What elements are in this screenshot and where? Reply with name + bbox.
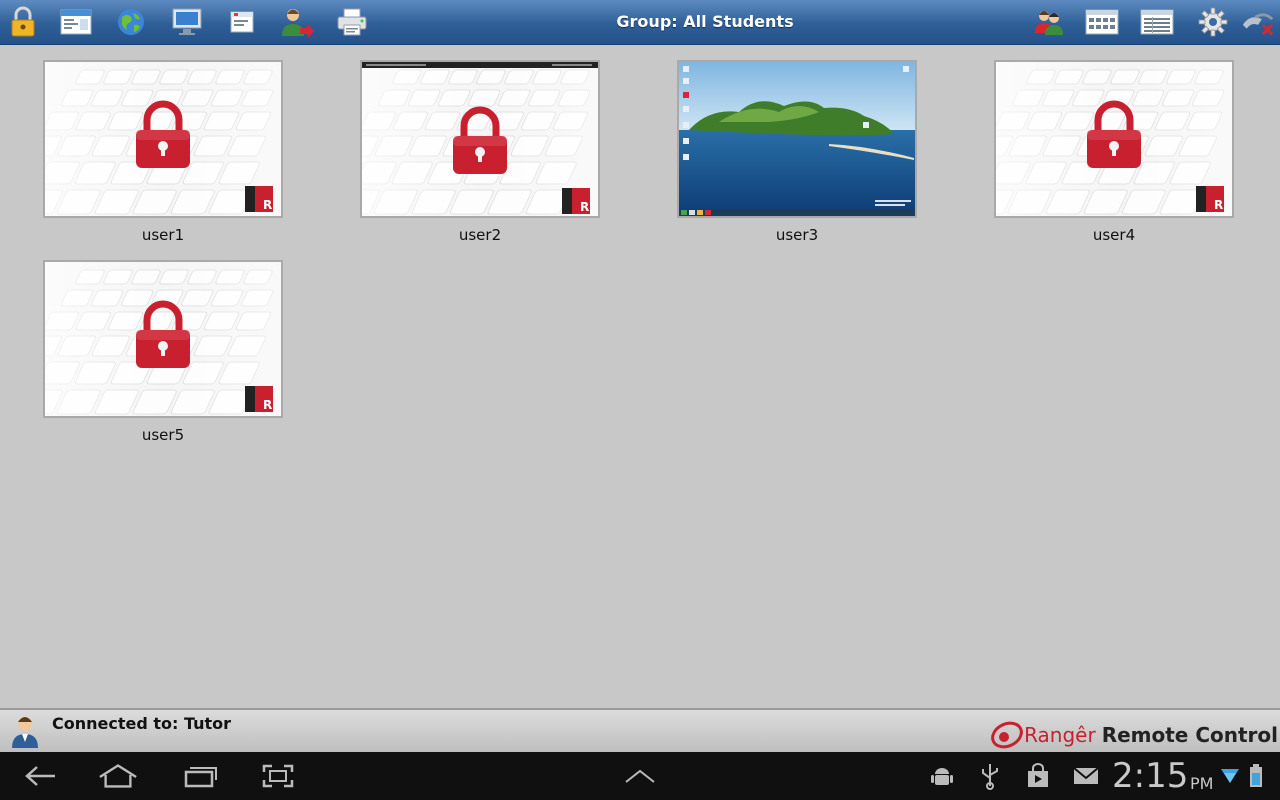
screen-thumbnail[interactable]	[994, 60, 1234, 218]
students-icon[interactable]	[1031, 4, 1067, 40]
clock-ampm: PM	[1190, 774, 1214, 793]
connection-status: Connected to: Tutor	[52, 714, 232, 733]
student-name: user3	[775, 226, 819, 244]
brand-suffix: Remote Control	[1101, 723, 1278, 747]
monitor-icon[interactable]	[169, 4, 205, 40]
screen-thumbnail[interactable]	[43, 260, 283, 418]
disconnect-icon[interactable]	[1240, 4, 1276, 40]
tutor-avatar-icon	[8, 712, 42, 754]
system-navigation-bar: 2:15 PM	[0, 752, 1280, 800]
student-tile-user1[interactable]: user1	[43, 60, 283, 244]
screen-thumbnail[interactable]	[677, 60, 917, 218]
user-arrow-icon[interactable]	[279, 4, 315, 40]
android-icon	[922, 760, 962, 792]
screen-thumbnail[interactable]	[360, 60, 600, 218]
screen-thumbnail[interactable]	[43, 60, 283, 218]
clock-time[interactable]: 2:15	[1112, 756, 1188, 796]
brand-logo: Rangêr Remote Control	[990, 720, 1278, 750]
student-tile-user3[interactable]: user3	[677, 60, 917, 244]
app-window-icon[interactable]	[224, 4, 260, 40]
student-name: user4	[1092, 226, 1136, 244]
student-name: user1	[141, 226, 185, 244]
chevron-up-icon[interactable]	[620, 760, 660, 792]
grid-view-icon[interactable]	[1084, 4, 1120, 40]
home-icon[interactable]	[98, 760, 138, 792]
screenshot-icon[interactable]	[258, 760, 298, 792]
student-tile-user4[interactable]: user4	[994, 60, 1234, 244]
usb-icon	[970, 760, 1010, 792]
top-toolbar: Group: All Students	[0, 0, 1280, 45]
student-name: user5	[141, 426, 185, 444]
list-view-icon[interactable]	[1139, 4, 1175, 40]
wifi-icon	[1218, 760, 1242, 792]
desktop-preview	[679, 62, 915, 216]
shopping-bag-icon	[1018, 760, 1058, 792]
window-icon[interactable]	[58, 4, 94, 40]
status-bar: Connected to: Tutor Rangêr Remote Contro…	[0, 708, 1280, 754]
brand-name: Rangêr	[1024, 723, 1096, 747]
printer-icon[interactable]	[334, 4, 370, 40]
gear-icon[interactable]	[1195, 4, 1231, 40]
globe-icon[interactable]	[113, 4, 149, 40]
recent-apps-icon[interactable]	[180, 760, 220, 792]
battery-icon	[1244, 760, 1268, 792]
student-tile-user2[interactable]: user2	[360, 60, 600, 244]
mail-icon	[1066, 760, 1106, 792]
ranger-logo-icon	[991, 721, 1023, 749]
lock-icon[interactable]	[5, 4, 41, 40]
student-name: user2	[458, 226, 502, 244]
back-icon[interactable]	[20, 760, 60, 792]
student-tile-user5[interactable]: user5	[43, 260, 283, 444]
